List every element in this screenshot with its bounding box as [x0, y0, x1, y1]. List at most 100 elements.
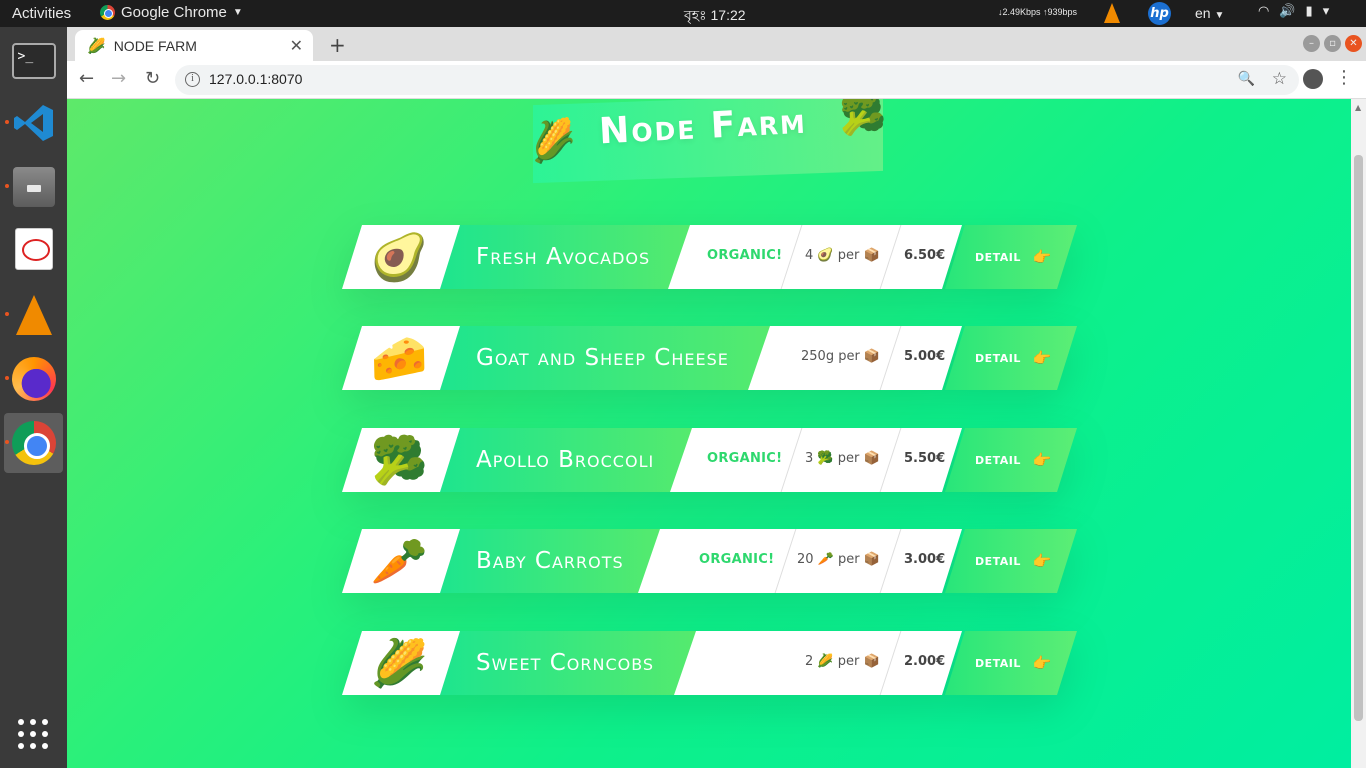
product-price: 3.00€: [904, 552, 946, 567]
product-title-panel: Baby Carrots: [440, 529, 660, 593]
vscode-icon: [13, 105, 53, 141]
bookmark-star-icon[interactable]: ☆: [1272, 69, 1287, 89]
activities-button[interactable]: Activities: [12, 5, 71, 22]
product-card: 🥕 Baby Carrots ORGANIC! 20 🥕 per 📦 3.00€…: [342, 529, 1077, 593]
browser-tab-strip: 🌽 NODE FARM ✕ + – ▫ ✕: [67, 27, 1366, 61]
firefox-icon: [11, 357, 56, 401]
window-controls: – ▫ ✕: [1303, 35, 1362, 52]
running-indicator: [5, 440, 9, 444]
pointing-hand-icon: 👉: [1032, 552, 1052, 570]
detail-label: DETAIL: [975, 453, 1021, 467]
product-name[interactable]: Goat and Sheep Cheese: [476, 345, 729, 371]
product-card: 🥦 Apollo Broccoli ORGANIC! 3 🥦 per 📦 5.5…: [342, 428, 1077, 492]
product-title-panel: Goat and Sheep Cheese: [440, 326, 770, 390]
close-tab-icon[interactable]: ✕: [290, 36, 303, 56]
running-indicator: [5, 312, 9, 316]
product-quantity: 250g per 📦: [801, 349, 881, 364]
running-indicator: [5, 120, 9, 124]
corn-favicon-icon: 🌽: [87, 37, 106, 55]
product-price: 5.00€: [904, 349, 946, 364]
product-name[interactable]: Apollo Broccoli: [476, 447, 654, 473]
product-title-panel: Fresh Avocados: [440, 225, 690, 289]
product-title-panel: Apollo Broccoli: [440, 428, 692, 492]
detail-label: DETAIL: [975, 250, 1021, 264]
network-speed-indicator: ↓2.49Kbps ↑939bps: [998, 7, 1078, 17]
detail-button[interactable]: DETAIL 👉: [945, 225, 1077, 289]
page-viewport: 🌽 Node Farm 🥦 🥑 Fresh Avocados ORGANIC! …: [67, 99, 1351, 768]
running-indicator: [5, 184, 9, 188]
dock-terminal[interactable]: >_: [4, 31, 63, 91]
product-name[interactable]: Fresh Avocados: [476, 244, 650, 270]
product-title-panel: Sweet Corncobs: [440, 631, 696, 695]
chrome-icon: [100, 5, 115, 20]
product-price: 6.50€: [904, 248, 946, 263]
organic-badge: ORGANIC!: [699, 552, 775, 567]
system-tray[interactable]: ◠ 🔊 ▮ ▾: [1258, 4, 1329, 19]
dock-firefox[interactable]: [4, 349, 63, 409]
detail-button[interactable]: DETAIL 👉: [945, 326, 1077, 390]
scroll-up-icon[interactable]: ▲: [1355, 103, 1361, 112]
terminal-icon: >_: [11, 43, 56, 79]
pointing-hand-icon: 👉: [1032, 654, 1052, 672]
address-bar[interactable]: i 127.0.0.1:8070 🔍 ☆: [175, 65, 1299, 95]
site-info-icon[interactable]: i: [185, 72, 200, 87]
vlc-tray-icon[interactable]: [1104, 3, 1120, 23]
product-name[interactable]: Baby Carrots: [476, 548, 624, 574]
dock-document-viewer[interactable]: [4, 219, 63, 279]
product-price: 2.00€: [904, 654, 946, 669]
detail-button[interactable]: DETAIL 👉: [945, 428, 1077, 492]
pointing-hand-icon: 👉: [1032, 349, 1052, 367]
browser-menu-button[interactable]: ⋮: [1335, 67, 1353, 88]
running-indicator: [5, 376, 9, 380]
wifi-icon: ◠: [1258, 4, 1270, 19]
maximize-button[interactable]: ▫: [1324, 35, 1341, 52]
battery-icon: ▮: [1305, 4, 1313, 19]
chevron-down-icon: ▼: [232, 7, 243, 18]
corn-icon: 🌽: [525, 115, 580, 167]
close-window-button[interactable]: ✕: [1345, 35, 1362, 52]
product-quantity: 20 🥕 per 📦: [797, 552, 880, 567]
dock-vscode[interactable]: [4, 93, 63, 153]
detail-label: DETAIL: [975, 351, 1021, 365]
clock[interactable]: বৃহঃ 17:22: [684, 4, 746, 28]
url-text[interactable]: 127.0.0.1:8070: [209, 71, 302, 87]
account-avatar-icon[interactable]: [1303, 69, 1323, 89]
dock-files[interactable]: [4, 157, 63, 217]
zoom-icon[interactable]: 🔍: [1238, 71, 1255, 87]
reload-button[interactable]: ↻: [145, 68, 160, 89]
vlc-icon: [15, 295, 52, 335]
chrome-icon: [11, 421, 56, 465]
organic-badge: ORGANIC!: [707, 451, 783, 466]
pointing-hand-icon: 👉: [1032, 248, 1052, 266]
page-scrollbar[interactable]: ▲: [1351, 99, 1366, 768]
hp-tray-icon[interactable]: hp: [1148, 2, 1171, 25]
minimize-button[interactable]: –: [1303, 35, 1320, 52]
detail-button[interactable]: DETAIL 👉: [945, 529, 1077, 593]
product-name[interactable]: Sweet Corncobs: [476, 650, 654, 676]
language-selector[interactable]: en ▼: [1195, 5, 1224, 21]
volume-icon: 🔊: [1279, 4, 1296, 19]
dock-chrome[interactable]: [4, 413, 63, 473]
broccoli-icon: 🥦: [839, 99, 887, 137]
files-icon: [12, 167, 55, 207]
browser-tab[interactable]: 🌽 NODE FARM ✕: [75, 30, 313, 61]
product-card: 🥑 Fresh Avocados ORGANIC! 4 🥑 per 📦 6.50…: [342, 225, 1077, 289]
forward-button[interactable]: →: [111, 68, 126, 89]
new-tab-button[interactable]: +: [329, 33, 346, 57]
back-button[interactable]: ←: [79, 68, 94, 89]
detail-label: DETAIL: [975, 656, 1021, 670]
language-label: en: [1195, 5, 1211, 21]
product-quantity: 4 🥑 per 📦: [805, 248, 880, 263]
dock-vlc[interactable]: [4, 285, 63, 345]
scrollbar-thumb[interactable]: [1354, 155, 1363, 721]
app-menu-label: Google Chrome: [121, 4, 227, 21]
system-top-bar: Activities Google Chrome ▼ বৃহঃ 17:22 ↓2…: [0, 0, 1366, 27]
app-menu[interactable]: Google Chrome ▼: [100, 4, 243, 21]
chevron-down-icon: ▼: [1214, 10, 1225, 21]
detail-button[interactable]: DETAIL 👉: [945, 631, 1077, 695]
product-price: 5.50€: [904, 451, 946, 466]
product-quantity: 2 🌽 per 📦: [805, 654, 880, 669]
show-applications-icon[interactable]: [18, 719, 48, 749]
chevron-down-icon: ▾: [1322, 4, 1330, 19]
dock: >_: [0, 27, 67, 768]
